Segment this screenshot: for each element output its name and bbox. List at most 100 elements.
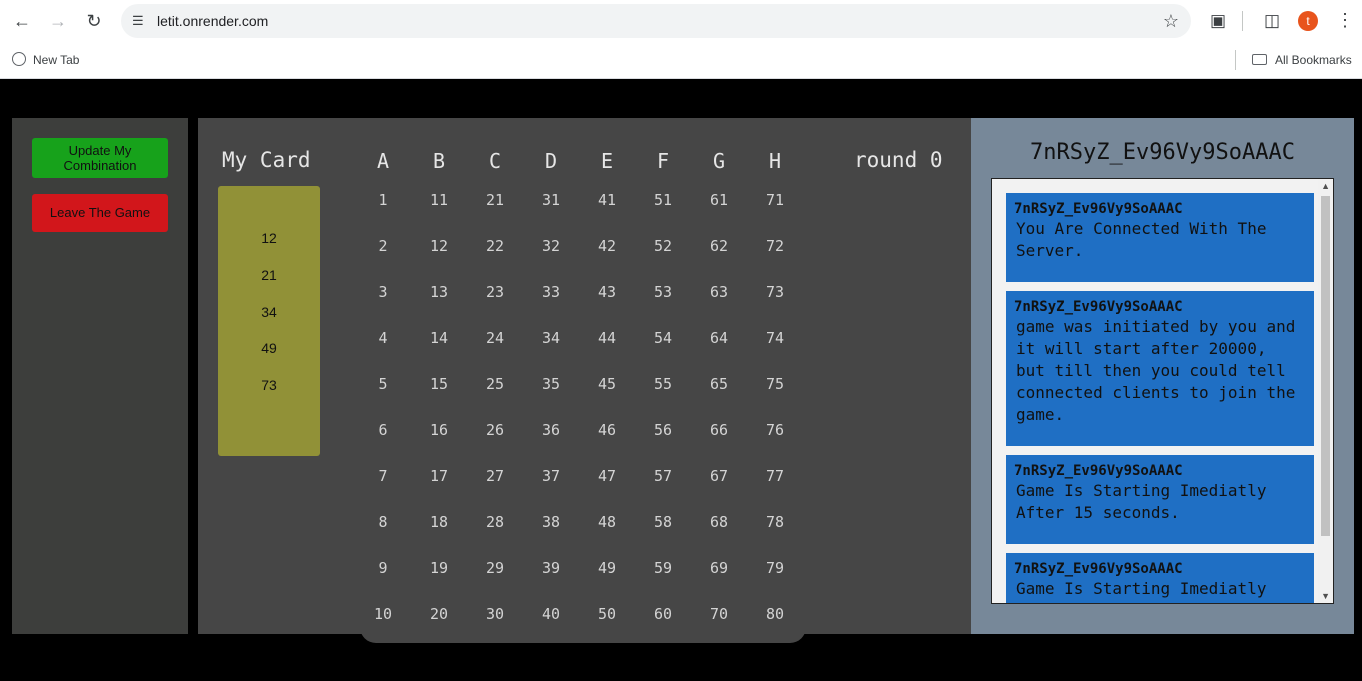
scroll-down-arrow-icon[interactable]: ▼ (1321, 591, 1330, 601)
board-cell[interactable]: 43 (587, 283, 627, 301)
board-cell[interactable]: 27 (475, 467, 515, 485)
board-cell[interactable]: 20 (419, 605, 459, 623)
board-cell[interactable]: 48 (587, 513, 627, 531)
board-cell[interactable]: 65 (699, 375, 739, 393)
board-cell[interactable]: 21 (475, 191, 515, 209)
extensions-icon[interactable]: ▣ (1207, 10, 1229, 32)
reload-icon[interactable]: ↻ (82, 9, 106, 33)
board-cell[interactable]: 60 (643, 605, 683, 623)
board-cell[interactable]: 52 (643, 237, 683, 255)
update-combination-button[interactable]: Update My Combination (32, 138, 168, 178)
board-cell[interactable]: 76 (755, 421, 795, 439)
scroll-up-arrow-icon[interactable]: ▲ (1321, 181, 1330, 191)
leave-game-button[interactable]: Leave The Game (32, 194, 168, 232)
board-cell[interactable]: 59 (643, 559, 683, 577)
board-cell[interactable]: 46 (587, 421, 627, 439)
board-cell[interactable]: 40 (531, 605, 571, 623)
board-cell[interactable]: 79 (755, 559, 795, 577)
board-cell[interactable]: 30 (475, 605, 515, 623)
board-cell[interactable]: 75 (755, 375, 795, 393)
board-cell[interactable]: 56 (643, 421, 683, 439)
board-cell[interactable]: 31 (531, 191, 571, 209)
board-cell[interactable]: 74 (755, 329, 795, 347)
board-cell[interactable]: 25 (475, 375, 515, 393)
board-cell[interactable]: 5 (363, 375, 403, 393)
board-cell[interactable]: 14 (419, 329, 459, 347)
board-cell[interactable]: 78 (755, 513, 795, 531)
board-cell[interactable]: 29 (475, 559, 515, 577)
board-cell[interactable]: 32 (531, 237, 571, 255)
board-cell[interactable]: 35 (531, 375, 571, 393)
board-cell[interactable]: 71 (755, 191, 795, 209)
site-info-icon[interactable]: ☰ (132, 13, 148, 29)
all-bookmarks-button[interactable]: All Bookmarks (1252, 51, 1352, 69)
board-cell[interactable]: 1 (363, 191, 403, 209)
board-cell[interactable]: 72 (755, 237, 795, 255)
board-cell[interactable]: 47 (587, 467, 627, 485)
board-cell[interactable]: 9 (363, 559, 403, 577)
board-cell[interactable]: 53 (643, 283, 683, 301)
board-cell[interactable]: 37 (531, 467, 571, 485)
board-cell[interactable]: 45 (587, 375, 627, 393)
board-cell[interactable]: 19 (419, 559, 459, 577)
board-cell[interactable]: 54 (643, 329, 683, 347)
board-cell[interactable]: 39 (531, 559, 571, 577)
menu-kebab-icon[interactable]: ⋮ (1336, 10, 1354, 30)
board-cell[interactable]: 57 (643, 467, 683, 485)
board-cell[interactable]: 17 (419, 467, 459, 485)
board-cell[interactable]: 33 (531, 283, 571, 301)
board-cell[interactable]: 26 (475, 421, 515, 439)
board-cell[interactable]: 3 (363, 283, 403, 301)
board-cell[interactable]: 55 (643, 375, 683, 393)
message-list[interactable]: 7nRSyZ_Ev96Vy9SoAAAC You Are Connected W… (991, 178, 1334, 604)
bookmark-new-tab[interactable]: New Tab (12, 51, 79, 69)
scrollbar[interactable]: ▲ ▼ (1318, 179, 1333, 603)
board-cell[interactable]: 64 (699, 329, 739, 347)
board-cell[interactable]: 8 (363, 513, 403, 531)
board-cell[interactable]: 61 (699, 191, 739, 209)
board-cell[interactable]: 11 (419, 191, 459, 209)
board-cell[interactable]: 73 (755, 283, 795, 301)
profile-avatar[interactable]: t (1298, 11, 1318, 31)
board-cell[interactable]: 70 (699, 605, 739, 623)
board-cell[interactable]: 67 (699, 467, 739, 485)
bookmark-star-icon[interactable]: ☆ (1163, 11, 1179, 32)
board-cell[interactable]: 12 (419, 237, 459, 255)
board-cell[interactable]: 42 (587, 237, 627, 255)
board-cell[interactable]: 24 (475, 329, 515, 347)
board-cell[interactable]: 38 (531, 513, 571, 531)
board-cell[interactable]: 41 (587, 191, 627, 209)
url-text[interactable]: letit.onrender.com (157, 4, 268, 38)
board-cell[interactable]: 68 (699, 513, 739, 531)
board-cell[interactable]: 7 (363, 467, 403, 485)
board-cell[interactable]: 50 (587, 605, 627, 623)
board-cell[interactable]: 51 (643, 191, 683, 209)
back-arrow-icon[interactable]: ← (10, 9, 34, 33)
board-cell[interactable]: 16 (419, 421, 459, 439)
board-cell[interactable]: 28 (475, 513, 515, 531)
forward-arrow-icon[interactable]: → (46, 9, 70, 33)
board-cell[interactable]: 2 (363, 237, 403, 255)
board-cell[interactable]: 4 (363, 329, 403, 347)
board-cell[interactable]: 34 (531, 329, 571, 347)
board-cell[interactable]: 18 (419, 513, 459, 531)
board-cell[interactable]: 23 (475, 283, 515, 301)
board-cell[interactable]: 66 (699, 421, 739, 439)
board-cell[interactable]: 63 (699, 283, 739, 301)
board-cell[interactable]: 10 (363, 605, 403, 623)
board-cell[interactable]: 36 (531, 421, 571, 439)
board-cell[interactable]: 62 (699, 237, 739, 255)
board-cell[interactable]: 77 (755, 467, 795, 485)
board-cell[interactable]: 69 (699, 559, 739, 577)
board-cell[interactable]: 13 (419, 283, 459, 301)
board-cell[interactable]: 49 (587, 559, 627, 577)
board-cell[interactable]: 80 (755, 605, 795, 623)
board-cell[interactable]: 58 (643, 513, 683, 531)
board-cell[interactable]: 15 (419, 375, 459, 393)
side-panel-icon[interactable]: ◫ (1261, 10, 1283, 32)
scrollbar-thumb[interactable] (1321, 196, 1330, 536)
board-cell[interactable]: 6 (363, 421, 403, 439)
board-cell[interactable]: 44 (587, 329, 627, 347)
address-bar[interactable]: ☰ letit.onrender.com ☆ (121, 4, 1191, 38)
board-cell[interactable]: 22 (475, 237, 515, 255)
